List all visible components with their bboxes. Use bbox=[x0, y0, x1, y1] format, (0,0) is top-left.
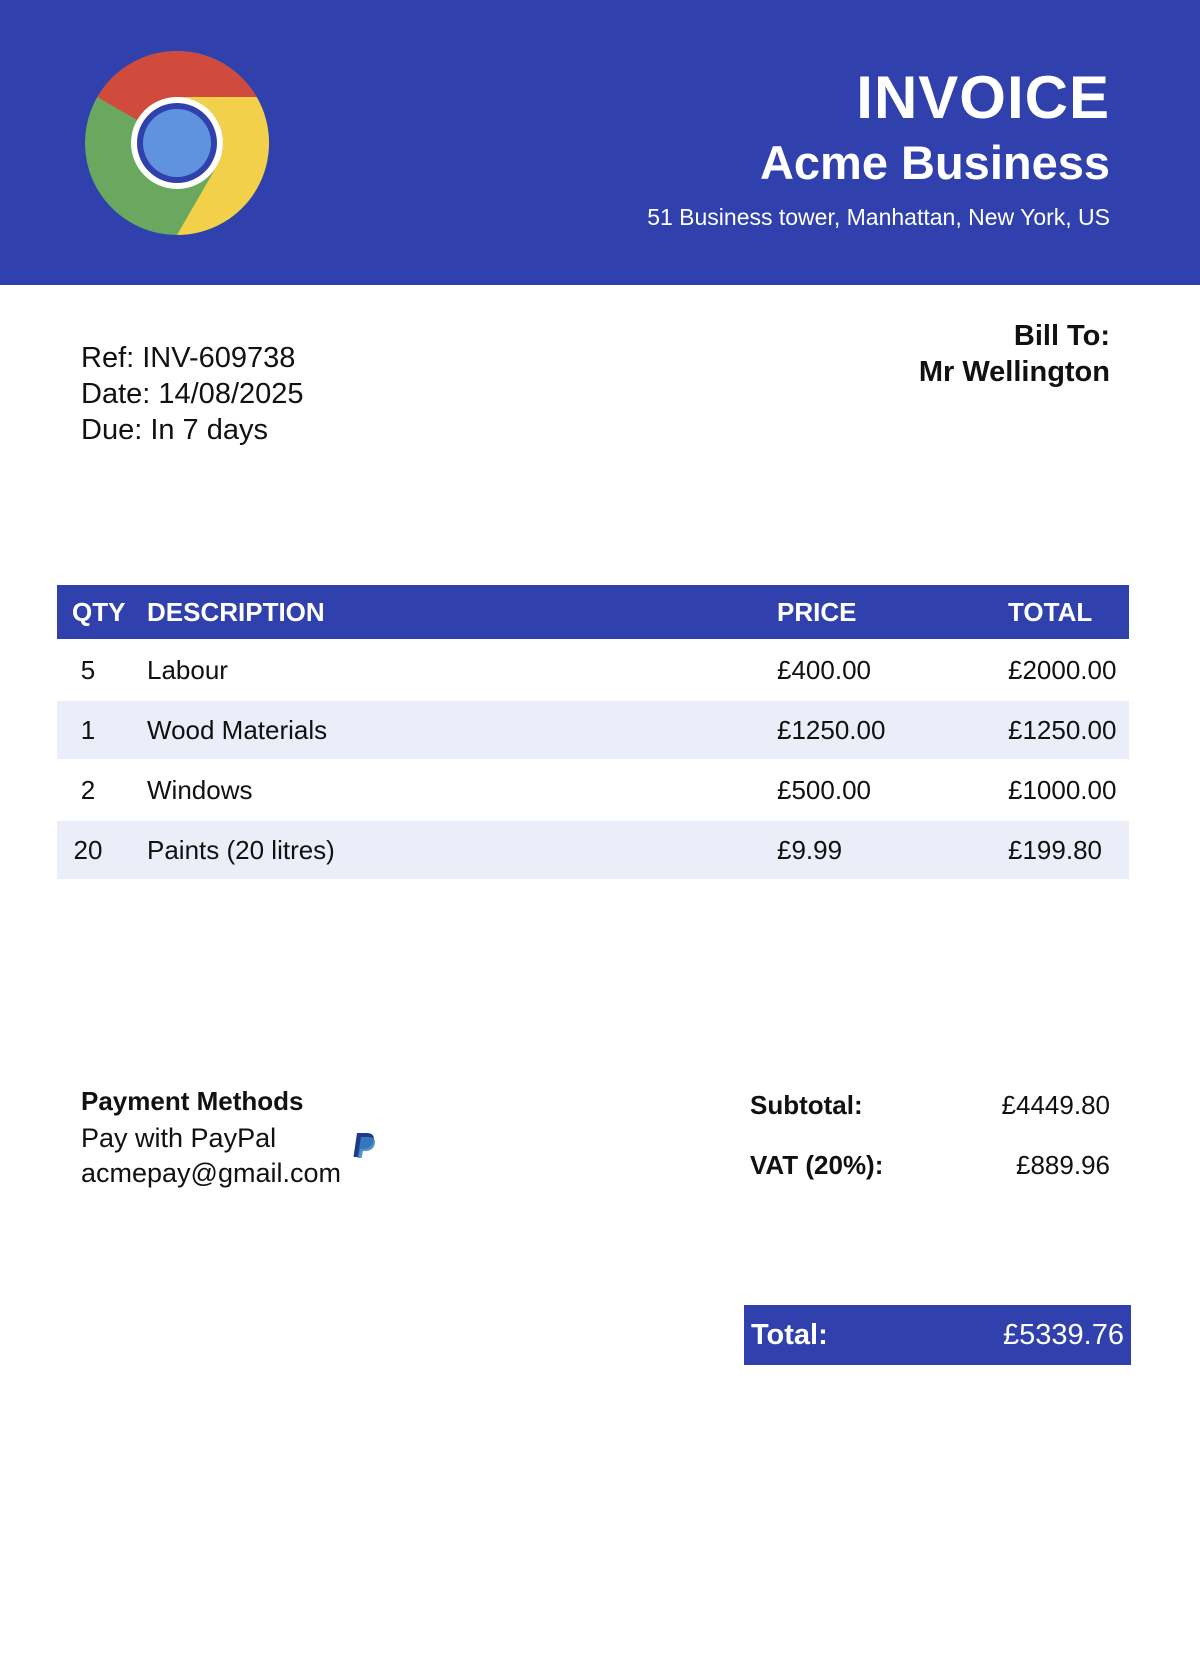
row-qty: 5 bbox=[80, 654, 96, 685]
invoice-meta: Ref: INV-609738 Date: 14/08/2025 Due: In… bbox=[81, 340, 304, 448]
row-description: Labour bbox=[147, 654, 228, 685]
vat-value: £889.96 bbox=[1016, 1150, 1110, 1180]
invoice-title: INVOICE bbox=[856, 64, 1110, 131]
row-price: £1250.00 bbox=[777, 714, 886, 745]
vat-label: VAT (20%): bbox=[750, 1150, 884, 1180]
invoice-date: Date: 14/08/2025 bbox=[81, 378, 304, 410]
business-address: 51 Business tower, Manhattan, New York, … bbox=[647, 204, 1110, 230]
row-description: Wood Materials bbox=[147, 714, 328, 745]
total-label: Total: bbox=[751, 1318, 828, 1351]
header-total: TOTAL bbox=[1008, 596, 1093, 627]
items-table: QTY DESCRIPTION PRICE TOTAL 5 Labour £40… bbox=[57, 585, 1129, 879]
payment-methods: Payment Methods Pay with PayPal acmepay@… bbox=[81, 1085, 375, 1191]
items-table-header: QTY DESCRIPTION PRICE TOTAL bbox=[57, 585, 1129, 639]
table-row: 5 Labour £400.00 £2000.00 bbox=[57, 639, 1129, 701]
chrome-logo-icon bbox=[84, 50, 270, 236]
header-description: DESCRIPTION bbox=[147, 596, 325, 627]
bill-to-name: Mr Wellington bbox=[918, 356, 1110, 388]
invoice-ref: Ref: INV-609738 bbox=[81, 342, 296, 374]
payment-method: Pay with PayPal bbox=[81, 1123, 277, 1153]
invoice-header: INVOICE Acme Business 51 Business tower,… bbox=[0, 0, 1200, 285]
row-qty: 20 bbox=[73, 834, 103, 865]
total-bar: Total: £5339.76 bbox=[744, 1305, 1131, 1365]
table-row: 1 Wood Materials £1250.00 £1250.00 bbox=[57, 701, 1129, 759]
table-row: 20 Paints (20 litres) £9.99 £199.80 bbox=[57, 821, 1129, 879]
subtotal-row: Subtotal: £4449.80 bbox=[750, 1090, 1110, 1150]
bill-to: Bill To: Mr Wellington bbox=[919, 318, 1110, 390]
row-description: Windows bbox=[147, 774, 253, 805]
row-total: £1000.00 bbox=[1008, 774, 1117, 805]
row-total: £1250.00 bbox=[1008, 714, 1117, 745]
business-name: Acme Business bbox=[759, 136, 1110, 189]
subtotal-label: Subtotal: bbox=[750, 1090, 863, 1120]
row-price: £400.00 bbox=[777, 654, 871, 685]
vat-row: VAT (20%): £889.96 bbox=[750, 1150, 1110, 1210]
row-price: £9.99 bbox=[777, 834, 843, 865]
row-total: £199.80 bbox=[1008, 834, 1102, 865]
row-description: Paints (20 litres) bbox=[147, 834, 335, 865]
header-qty: QTY bbox=[72, 596, 126, 627]
row-total: £2000.00 bbox=[1008, 654, 1117, 685]
total-value: £5339.76 bbox=[1003, 1318, 1124, 1351]
header-price: PRICE bbox=[777, 596, 857, 627]
row-price: £500.00 bbox=[777, 774, 871, 805]
table-row: 2 Windows £500.00 £1000.00 bbox=[57, 759, 1129, 821]
invoice-due: Due: In 7 days bbox=[81, 414, 268, 446]
business-block: INVOICE Acme Business 51 Business tower,… bbox=[647, 62, 1110, 232]
subtotal-value: £4449.80 bbox=[1001, 1090, 1110, 1120]
row-qty: 1 bbox=[80, 714, 96, 745]
summary-block: Subtotal: £4449.80 VAT (20%): £889.96 bbox=[750, 1090, 1110, 1210]
row-qty: 2 bbox=[80, 774, 96, 805]
bill-to-label: Bill To: bbox=[1013, 320, 1110, 352]
paypal-icon bbox=[343, 1131, 385, 1173]
payment-email: acmepay@gmail.com bbox=[81, 1158, 341, 1188]
payment-title: Payment Methods bbox=[81, 1086, 304, 1116]
